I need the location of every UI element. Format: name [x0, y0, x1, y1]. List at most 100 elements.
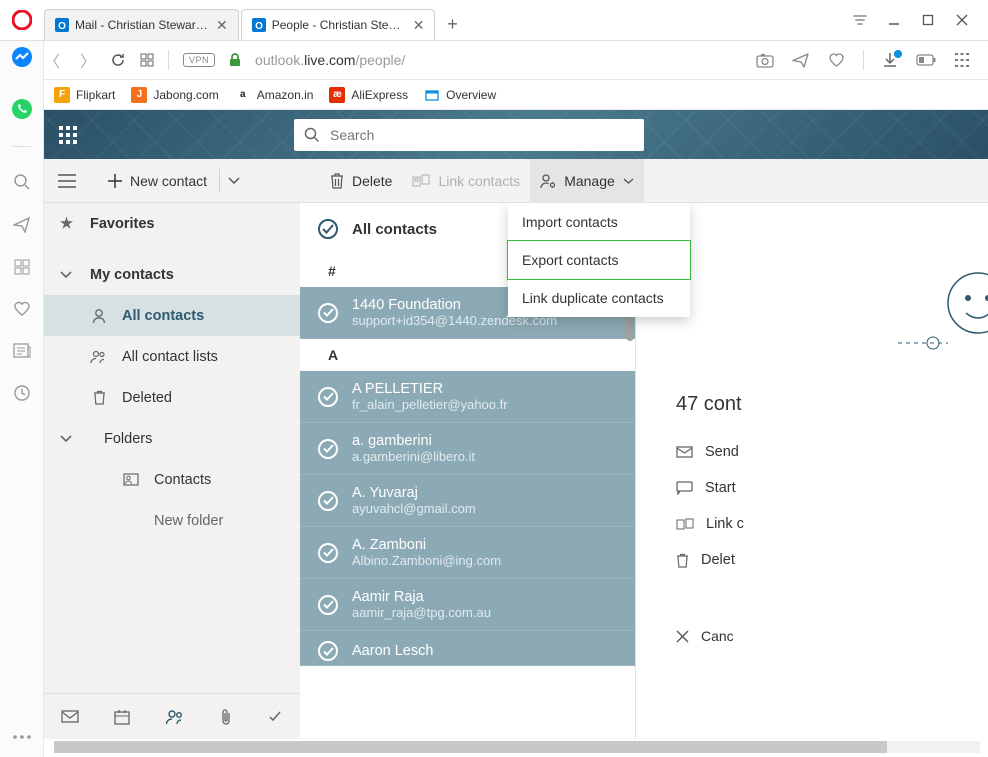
lock-icon[interactable]: [229, 53, 241, 67]
camera-icon[interactable]: [756, 53, 774, 68]
contacts-folder-icon: [122, 473, 140, 486]
outlook-app: New contact Delete Link contacts Manage: [44, 110, 988, 739]
back-button[interactable]: 〈: [44, 48, 60, 72]
detail-start[interactable]: Start: [676, 480, 968, 496]
people-icon[interactable]: [165, 709, 185, 725]
heart-icon[interactable]: [13, 301, 31, 317]
search-icon: [304, 127, 320, 143]
row-check-icon[interactable]: [318, 641, 338, 661]
outlook-header: [44, 110, 988, 159]
bookmark-item[interactable]: æAliExpress: [329, 87, 408, 103]
send-icon[interactable]: [13, 217, 31, 233]
plus-icon: [108, 174, 122, 188]
detail-delete[interactable]: Delet: [676, 552, 968, 568]
forward-button[interactable]: 〉: [80, 48, 96, 72]
chevron-down-icon: [60, 271, 76, 278]
search-box[interactable]: [294, 119, 644, 151]
chevron-down-icon[interactable]: [222, 177, 246, 184]
bookmark-item[interactable]: aAmazon.in: [235, 87, 314, 103]
select-all-check-icon[interactable]: [318, 219, 338, 239]
nav-all-contacts[interactable]: All contacts: [44, 295, 300, 336]
tab-close-icon[interactable]: ✕: [216, 17, 228, 34]
news-icon[interactable]: [13, 343, 31, 358]
row-check-icon[interactable]: [318, 595, 338, 615]
window-menu-icon[interactable]: [852, 12, 868, 28]
nav-deleted[interactable]: Deleted: [44, 377, 300, 418]
search-input[interactable]: [330, 127, 634, 143]
browser-tab[interactable]: O People - Christian Stewart ✕: [241, 9, 436, 40]
link-contacts-icon: [676, 518, 694, 531]
whatsapp-icon[interactable]: [11, 98, 33, 120]
jabong-icon: J: [131, 87, 147, 103]
mail-icon[interactable]: [61, 710, 79, 723]
command-bar: New contact Delete Link contacts Manage: [44, 159, 988, 203]
nav-folders[interactable]: Folders: [44, 418, 300, 459]
delete-button[interactable]: Delete: [320, 159, 402, 203]
bookmark-item[interactable]: Overview: [424, 87, 496, 103]
row-check-icon[interactable]: [318, 491, 338, 511]
close-icon: [676, 630, 689, 643]
detail-send[interactable]: Send: [676, 444, 968, 460]
search-icon[interactable]: [13, 173, 31, 191]
opera-logo[interactable]: [0, 10, 44, 30]
contact-row[interactable]: A. Yuvarajayuvahcl@gmail.com: [300, 475, 635, 527]
bookmark-item[interactable]: FFlipkart: [54, 87, 115, 103]
detail-cancel[interactable]: Canc: [676, 628, 968, 644]
nav-favorites[interactable]: ★ Favorites: [44, 203, 300, 244]
manage-button[interactable]: Manage: [530, 159, 644, 203]
row-check-icon[interactable]: [318, 439, 338, 459]
menu-icon[interactable]: [954, 53, 970, 67]
nav-contacts-folder[interactable]: Contacts: [44, 459, 300, 500]
detail-title: 47 cont: [676, 393, 968, 416]
maximize-button[interactable]: [920, 12, 936, 28]
contact-row[interactable]: A. ZamboniAlbino.Zamboni@ing.com: [300, 527, 635, 579]
horizontal-scrollbar[interactable]: [54, 741, 980, 753]
row-check-icon[interactable]: [318, 303, 338, 323]
mail-icon: [676, 446, 693, 458]
battery-icon[interactable]: [916, 54, 936, 66]
row-check-icon[interactable]: [318, 387, 338, 407]
calendar-icon[interactable]: [114, 709, 130, 725]
manage-menu-export[interactable]: Export contacts: [507, 240, 691, 280]
illustration-icon: [898, 263, 988, 363]
scrollbar-thumb[interactable]: [54, 741, 887, 753]
heart-icon[interactable]: [828, 53, 845, 68]
row-check-icon[interactable]: [318, 543, 338, 563]
manage-menu-import[interactable]: Import contacts: [508, 203, 690, 241]
close-button[interactable]: [954, 12, 970, 28]
contact-row[interactable]: A PELLETIERfr_alain_pelletier@yahoo.fr: [300, 371, 635, 423]
hamburger-icon[interactable]: [58, 174, 76, 188]
detail-link[interactable]: Link c: [676, 516, 968, 532]
nav-new-folder[interactable]: New folder: [44, 500, 300, 541]
minimize-button[interactable]: [886, 12, 902, 28]
bookmark-item[interactable]: JJabong.com: [131, 87, 218, 103]
more-icon[interactable]: [13, 735, 31, 739]
contact-row[interactable]: Aaron Lesch: [300, 631, 635, 666]
tab-close-icon[interactable]: ✕: [413, 17, 425, 34]
new-contact-button[interactable]: New contact: [98, 159, 217, 203]
flipkart-icon: F: [54, 87, 70, 103]
download-icon[interactable]: [882, 52, 898, 68]
messenger-icon[interactable]: [11, 46, 33, 68]
speed-dial-icon[interactable]: [140, 53, 154, 67]
attachment-icon[interactable]: [220, 708, 232, 726]
todo-icon[interactable]: [267, 709, 283, 725]
manage-menu-link[interactable]: Link duplicate contacts: [508, 279, 690, 317]
contact-row[interactable]: Aamir Rajaaamir_raja@tpg.com.au: [300, 579, 635, 631]
browser-tab[interactable]: O Mail - Christian Stewart - O ✕: [44, 9, 239, 40]
app-launcher-icon[interactable]: [44, 111, 92, 159]
history-icon[interactable]: [13, 384, 31, 402]
contact-row[interactable]: a. gamberinia.gamberini@libero.it: [300, 423, 635, 475]
reload-button[interactable]: [110, 52, 126, 68]
outlook-body: Import contacts Export contacts Link dup…: [44, 203, 988, 739]
aliexpress-icon: æ: [329, 87, 345, 103]
url-text[interactable]: outlook.live.com/people/: [255, 52, 405, 68]
person-settings-icon: [540, 173, 556, 189]
send-icon[interactable]: [792, 53, 810, 68]
window-buttons: [852, 12, 988, 28]
nav-my-contacts[interactable]: My contacts: [44, 254, 300, 295]
vpn-badge[interactable]: VPN: [183, 53, 215, 67]
speed-dial-icon[interactable]: [14, 259, 30, 275]
nav-all-contact-lists[interactable]: All contact lists: [44, 336, 300, 377]
new-tab-button[interactable]: +: [437, 10, 467, 40]
